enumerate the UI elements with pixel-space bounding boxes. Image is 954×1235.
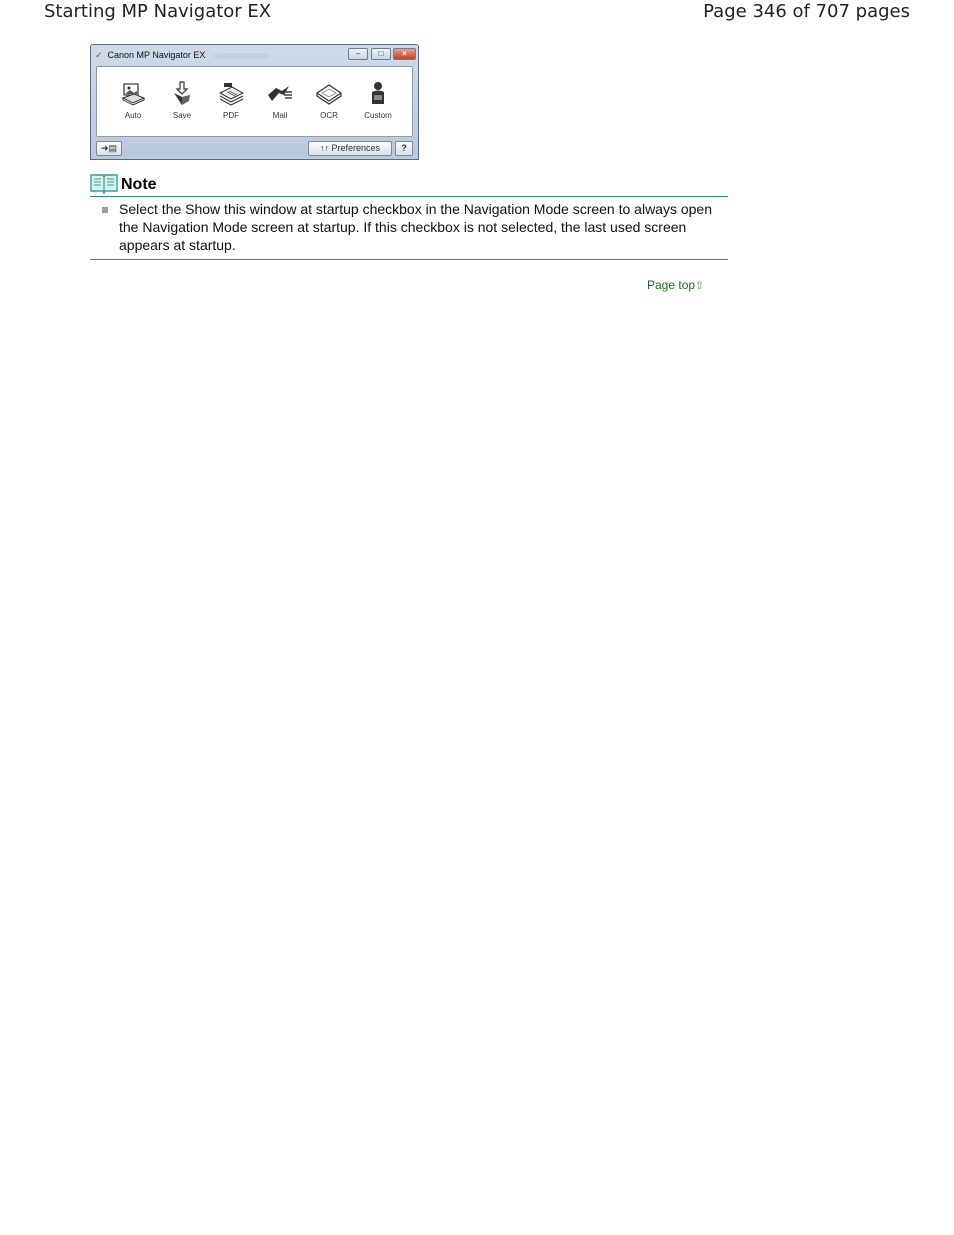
- preferences-label: Preferences: [331, 143, 381, 153]
- page-indicator: Page 346 of 707 pages: [703, 1, 910, 22]
- custom-icon: [372, 82, 384, 104]
- tool-label: Save: [172, 111, 192, 120]
- page-top-link[interactable]: Page top⇧: [647, 277, 704, 294]
- tool-label: Custom: [364, 111, 392, 120]
- window-footer: ➜▤ ↑↑ Preferences ?: [96, 141, 413, 157]
- open-book-icon: [90, 174, 118, 194]
- document-title: Starting MP Navigator EX: [44, 1, 272, 22]
- tool-custom[interactable]: Custom: [358, 81, 398, 121]
- tool-pdf[interactable]: PDF: [211, 81, 251, 121]
- pdf-icon: [218, 83, 244, 106]
- app-logo-icon: ✓: [95, 50, 103, 60]
- note-item: Select the Show this window at startup c…: [119, 201, 712, 253]
- close-button[interactable]: ×: [393, 48, 416, 60]
- mp-navigator-window: ✓ Canon MP Navigator EX – □ × Auto Save: [90, 44, 419, 160]
- switch-mode-icon: ➜▤: [100, 143, 118, 153]
- mail-icon: [268, 86, 292, 101]
- preferences-icon: ↑↑: [319, 143, 329, 153]
- tool-label: OCR: [320, 111, 338, 120]
- minimize-button[interactable]: –: [348, 48, 368, 60]
- switch-mode-button[interactable]: ➜▤: [96, 141, 122, 156]
- note-header: Note: [90, 172, 728, 197]
- tool-label: Auto: [124, 111, 142, 120]
- tool-ocr[interactable]: OCR: [309, 81, 349, 121]
- auto-scan-icon: [121, 83, 146, 106]
- ocr-icon: [316, 84, 342, 105]
- preferences-button[interactable]: ↑↑ Preferences: [308, 141, 392, 156]
- blurred-model-name: [213, 52, 270, 59]
- window-title: Canon MP Navigator EX: [107, 50, 206, 60]
- up-arrow-icon: ⇧: [695, 280, 705, 292]
- tool-save[interactable]: Save: [162, 81, 202, 121]
- page-top-label: Page top: [647, 278, 696, 292]
- save-icon: [174, 81, 190, 105]
- note-title: Note: [121, 176, 157, 193]
- bullet-icon: [102, 207, 108, 213]
- maximize-button[interactable]: □: [371, 48, 391, 60]
- tool-label: Mail: [272, 111, 288, 120]
- tool-auto[interactable]: Auto: [113, 81, 153, 121]
- help-button[interactable]: ?: [395, 141, 413, 156]
- note-body: Select the Show this window at startup c…: [90, 200, 728, 260]
- tool-panel: Auto Save PDF Mail OCR Custom: [96, 66, 413, 137]
- tool-mail[interactable]: Mail: [260, 81, 300, 121]
- tool-label: PDF: [223, 111, 239, 120]
